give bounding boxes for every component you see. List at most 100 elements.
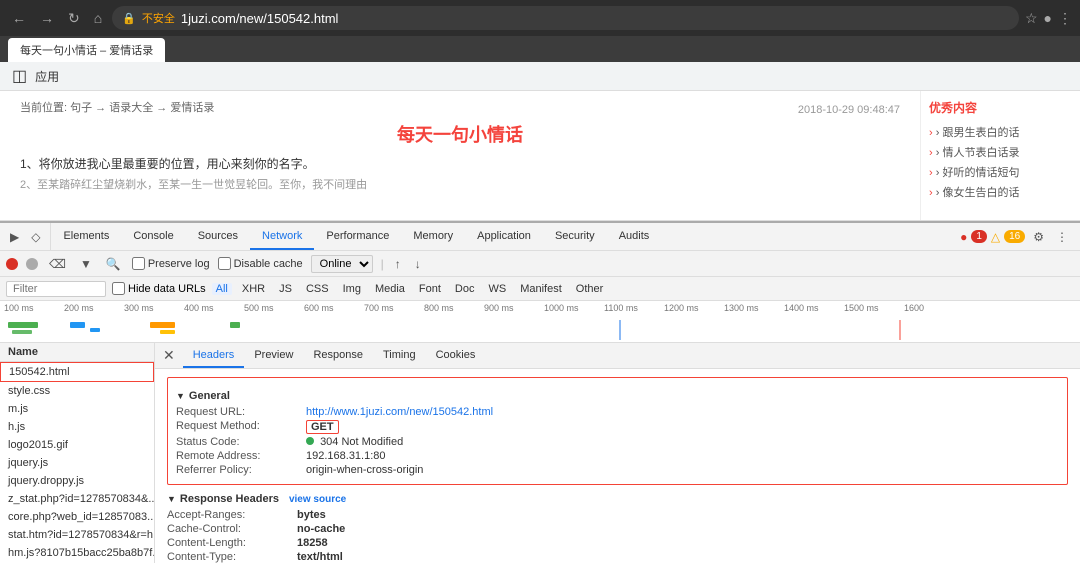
details-panel: ✕ Headers Preview Response Timing Cookie… bbox=[155, 343, 1080, 563]
filter-type-media[interactable]: Media bbox=[371, 282, 409, 296]
not-secure-label: 不安全 bbox=[142, 10, 175, 26]
back-button[interactable]: ← bbox=[8, 8, 30, 28]
filter-toggle-button[interactable]: ▼ bbox=[77, 257, 95, 271]
inspect-element-button[interactable]: ▶ bbox=[6, 228, 23, 246]
url-text[interactable]: 1juzi.com/new/150542.html bbox=[181, 11, 1009, 26]
sidebar-link-3[interactable]: › 像女生告白的话 bbox=[929, 182, 1072, 202]
file-item-4[interactable]: logo2015.gif bbox=[0, 436, 154, 454]
tab-network[interactable]: Network bbox=[250, 223, 314, 250]
tab-elements[interactable]: Elements bbox=[51, 223, 121, 250]
view-source-link[interactable]: view source bbox=[289, 494, 346, 505]
remote-address-label: Remote Address: bbox=[176, 450, 306, 462]
details-content: ▼ General Request URL: http://www.1juzi.… bbox=[155, 369, 1080, 563]
filter-type-js[interactable]: JS bbox=[275, 282, 296, 296]
files-panel: Name 150542.html style.css m.js h.js log… bbox=[0, 343, 155, 563]
filter-type-all[interactable]: All bbox=[212, 283, 232, 295]
throttle-select[interactable]: Online bbox=[311, 255, 373, 273]
response-triangle-icon: ▼ bbox=[167, 494, 176, 504]
filter-type-img[interactable]: Img bbox=[339, 282, 365, 296]
page-area: 当前位置: 句子 → 语录大全 → 爱情话录 2018-10-29 09:48:… bbox=[0, 91, 1080, 221]
hide-data-urls-label[interactable]: Hide data URLs bbox=[112, 282, 206, 295]
address-bar[interactable]: 🔒 不安全 1juzi.com/new/150542.html bbox=[112, 6, 1019, 30]
home-button[interactable]: ⌂ bbox=[90, 8, 106, 28]
filter-bar: Hide data URLs All XHR JS CSS Img Media … bbox=[0, 277, 1080, 301]
file-item-2[interactable]: m.js bbox=[0, 400, 154, 418]
stop-button[interactable] bbox=[26, 258, 38, 270]
timeline-bar: 100 ms 200 ms 300 ms 400 ms 500 ms 600 m… bbox=[0, 301, 1080, 343]
filter-type-xhr[interactable]: XHR bbox=[238, 282, 269, 296]
filter-input[interactable] bbox=[6, 281, 106, 297]
browser-tab-active[interactable]: 每天一句小情话 – 爱情话录 bbox=[8, 38, 165, 62]
sidebar-link-2[interactable]: › 好听的情话短句 bbox=[929, 162, 1072, 182]
tab-performance[interactable]: Performance bbox=[314, 223, 401, 250]
filter-type-other[interactable]: Other bbox=[572, 282, 608, 296]
tab-security[interactable]: Security bbox=[543, 223, 607, 250]
lock-icon: 🔒 bbox=[122, 12, 136, 25]
device-toolbar-button[interactable]: ◇ bbox=[27, 228, 44, 246]
details-tab-preview[interactable]: Preview bbox=[244, 343, 303, 368]
reload-button[interactable]: ↻ bbox=[64, 8, 84, 29]
filter-type-css[interactable]: CSS bbox=[302, 282, 333, 296]
tab-audits[interactable]: Audits bbox=[607, 223, 662, 250]
warning-icon: △ bbox=[991, 230, 1000, 244]
tab-console[interactable]: Console bbox=[121, 223, 185, 250]
details-close-button[interactable]: ✕ bbox=[155, 347, 183, 364]
tl-1600: 1600 bbox=[904, 303, 964, 313]
page-content-line-2: 2、至某踏碎红尘望烧剃水，至某一生一世觉昱轮回。至你，我不间理由 bbox=[20, 176, 900, 192]
search-button[interactable]: 🔍 bbox=[103, 257, 124, 271]
browser-toolbar: ← → ↻ ⌂ 🔒 不安全 1juzi.com/new/150542.html … bbox=[0, 0, 1080, 36]
details-tab-response[interactable]: Response bbox=[303, 343, 373, 368]
details-tab-cookies[interactable]: Cookies bbox=[426, 343, 486, 368]
file-item-1[interactable]: style.css bbox=[0, 382, 154, 400]
sidebar-link-1[interactable]: › 情人节表白话录 bbox=[929, 142, 1072, 162]
file-item-7[interactable]: z_stat.php?id=1278570834&... bbox=[0, 490, 154, 508]
network-toolbar: ⌫ ▼ 🔍 Preserve log Disable cache Online … bbox=[0, 251, 1080, 277]
clear-button[interactable]: ⌫ bbox=[46, 257, 69, 271]
filter-type-doc[interactable]: Doc bbox=[451, 282, 479, 296]
response-headers-header: ▼ Response Headers view source bbox=[167, 493, 1068, 505]
response-headers-section: ▼ Response Headers view source Accept-Ra… bbox=[167, 493, 1068, 563]
file-item-5[interactable]: jquery.js bbox=[0, 454, 154, 472]
record-button[interactable] bbox=[6, 258, 18, 270]
preserve-log-checkbox[interactable] bbox=[132, 257, 145, 270]
filter-type-manifest[interactable]: Manifest bbox=[516, 282, 566, 296]
disable-cache-label[interactable]: Disable cache bbox=[218, 257, 303, 270]
response-row-cache-control: Cache-Control: no-cache bbox=[167, 523, 1068, 535]
request-url-label: Request URL: bbox=[176, 406, 306, 418]
sidebar-link-0[interactable]: › 跟男生表白的话 bbox=[929, 122, 1072, 142]
export-button[interactable]: ↓ bbox=[412, 257, 424, 271]
hide-data-urls-checkbox[interactable] bbox=[112, 282, 125, 295]
tab-memory[interactable]: Memory bbox=[401, 223, 465, 250]
files-header-name: Name bbox=[8, 346, 38, 358]
disable-cache-checkbox[interactable] bbox=[218, 257, 231, 270]
file-item-0[interactable]: 150542.html bbox=[0, 362, 154, 382]
response-row-content-type: Content-Type: text/html bbox=[167, 551, 1068, 563]
file-item-9[interactable]: stat.htm?id=1278570834&r=h... bbox=[0, 526, 154, 544]
cache-control-value: no-cache bbox=[297, 523, 345, 535]
file-item-6[interactable]: jquery.droppy.js bbox=[0, 472, 154, 490]
devtools-more-button[interactable]: ⋮ bbox=[1052, 228, 1072, 246]
details-tab-headers[interactable]: Headers bbox=[183, 343, 245, 368]
preserve-log-label[interactable]: Preserve log bbox=[132, 257, 210, 270]
file-item-8[interactable]: core.php?web_id=12857083... bbox=[0, 508, 154, 526]
import-button[interactable]: ↑ bbox=[392, 257, 404, 271]
file-name-7: z_stat.php?id=1278570834&... bbox=[8, 493, 154, 505]
forward-button[interactable]: → bbox=[36, 8, 58, 28]
devtools-panel-icons: ▶ ◇ bbox=[0, 223, 51, 250]
devtools-settings-button[interactable]: ⚙ bbox=[1029, 228, 1048, 246]
details-tab-timing[interactable]: Timing bbox=[373, 343, 426, 368]
status-code-label: Status Code: bbox=[176, 436, 306, 448]
bookmark-icon[interactable]: ☆ bbox=[1025, 10, 1038, 27]
tab-application[interactable]: Application bbox=[465, 223, 543, 250]
menu-icon[interactable]: ⋮ bbox=[1058, 10, 1072, 27]
file-item-3[interactable]: h.js bbox=[0, 418, 154, 436]
filter-type-font[interactable]: Font bbox=[415, 282, 445, 296]
extensions-icon[interactable]: ● bbox=[1044, 10, 1052, 26]
response-row-content-length: Content-Length: 18258 bbox=[167, 537, 1068, 549]
tl-700: 700 ms bbox=[364, 303, 424, 313]
filter-type-ws[interactable]: WS bbox=[484, 282, 510, 296]
file-item-10[interactable]: hm.js?8107b15bacc25ba8b7f... bbox=[0, 544, 154, 562]
tab-sources[interactable]: Sources bbox=[186, 223, 250, 250]
tl-1200: 1200 ms bbox=[664, 303, 724, 313]
status-code-text: 304 Not Modified bbox=[320, 436, 403, 448]
